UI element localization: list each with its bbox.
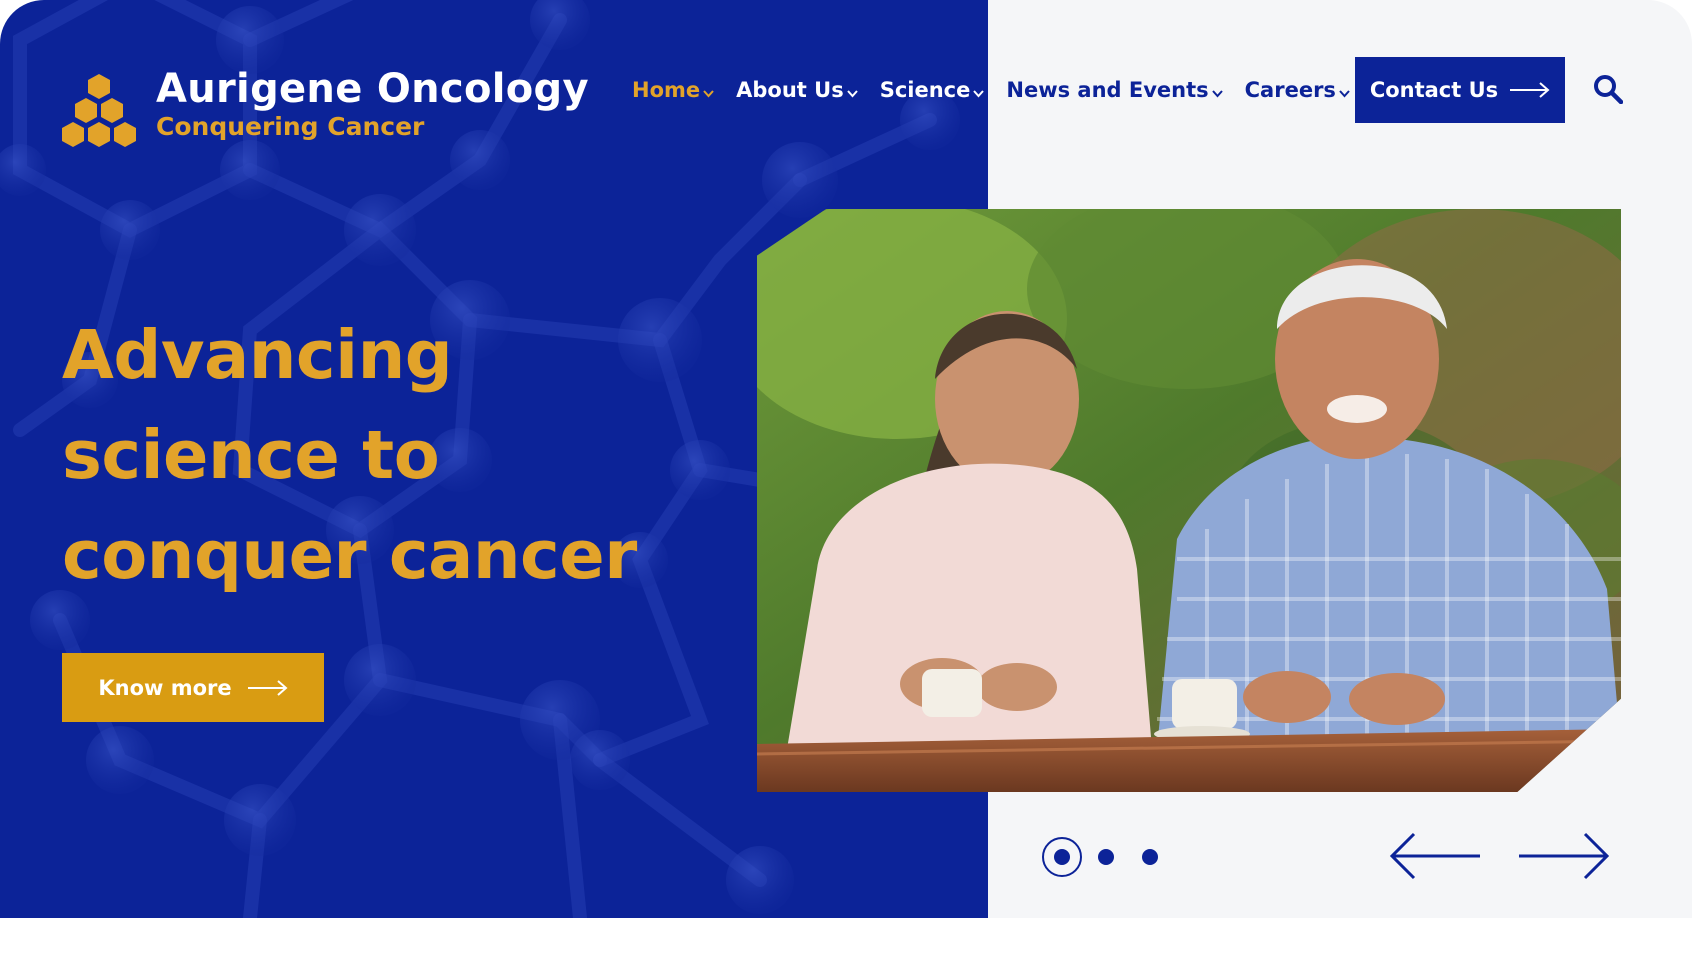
nav-item-label: About Us [736, 78, 844, 102]
slider-pagination [1040, 835, 1172, 879]
chevron-down-icon [1211, 90, 1223, 98]
slider-dot-3[interactable] [1128, 835, 1172, 879]
honeycomb-logo-icon [62, 74, 136, 147]
chevron-down-icon [1339, 90, 1350, 98]
nav-item-home[interactable]: Home [632, 78, 714, 102]
headline-line: conquer cancer [62, 516, 637, 594]
brand-name: Aurigene Oncology [156, 66, 589, 112]
nav-item-careers[interactable]: Careers [1245, 78, 1350, 102]
page: Aurigene Oncology Conquering Cancer Home… [0, 0, 1692, 975]
slider-dot-marker [1142, 849, 1158, 865]
headline-line: science to [62, 416, 440, 494]
slider-dot-2[interactable] [1084, 835, 1128, 879]
brand-text: Aurigene Oncology Conquering Cancer [156, 66, 589, 142]
nav-item-label: Careers [1244, 78, 1336, 102]
nav-item-science[interactable]: Science [880, 78, 985, 102]
brand-logo[interactable]: Aurigene Oncology Conquering Cancer [60, 66, 589, 150]
nav-item-news-and-events[interactable]: News and Events [1006, 78, 1223, 102]
chevron-down-icon [703, 90, 714, 98]
brand-tagline: Conquering Cancer [156, 112, 425, 141]
arrow-right-icon [1510, 82, 1550, 98]
nav-item-label: News and Events [1006, 78, 1209, 102]
arrow-right-icon[interactable] [1517, 832, 1611, 880]
slider-dot-marker [1098, 849, 1114, 865]
hero-photo [757, 209, 1621, 792]
nav-item-label: Home [632, 78, 701, 102]
contact-us-label: Contact Us [1369, 78, 1499, 102]
hero-headline: Advancing science to conquer cancer [62, 305, 702, 605]
contact-us-button[interactable]: Contact Us [1355, 57, 1565, 123]
nav-item-about-us[interactable]: About Us [736, 78, 858, 102]
slider-dot-active-center [1054, 849, 1070, 865]
arrow-right-icon [247, 679, 288, 696]
arrow-left-icon[interactable] [1388, 832, 1482, 880]
search-icon[interactable] [1593, 74, 1623, 104]
know-more-label: Know more [98, 675, 232, 700]
couple-photo-illustration [757, 209, 1621, 792]
chevron-down-icon [846, 90, 858, 98]
hero-section: Aurigene Oncology Conquering Cancer Home… [0, 0, 1692, 918]
main-nav: Home About Us Science News and Events Ca… [632, 72, 1372, 108]
slider-dot-active-ring [1042, 837, 1082, 877]
headline-line: Advancing [62, 316, 453, 394]
slider-dot-1[interactable] [1040, 835, 1084, 879]
know-more-button[interactable]: Know more [62, 653, 324, 722]
nav-item-label: Science [879, 78, 971, 102]
chevron-down-icon [973, 90, 985, 98]
